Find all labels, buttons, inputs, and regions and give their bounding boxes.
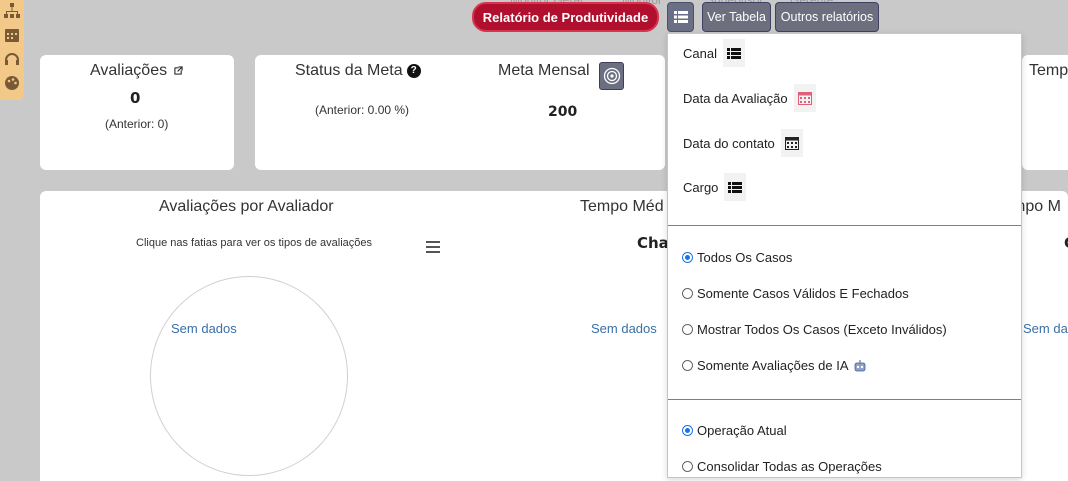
empty-pie-chart[interactable]	[150, 276, 348, 476]
goal-status-title-text: Status da Meta	[295, 62, 403, 79]
radio-button[interactable]	[682, 288, 693, 299]
filter-cargo[interactable]: Cargo	[683, 173, 747, 201]
list-icon	[673, 11, 688, 23]
headset-icon[interactable]	[3, 50, 21, 68]
view-table-button[interactable]: Ver Tabela	[702, 2, 771, 32]
filter-evaluation-date-label: Data da Avaliação	[683, 90, 788, 106]
radio-current-operation[interactable]: Operação Atual	[682, 423, 787, 438]
radio-label: Todos Os Casos	[697, 250, 793, 265]
external-link-icon[interactable]	[173, 66, 183, 75]
radio-ai-only[interactable]: Somente Avaliações de IA	[682, 358, 867, 373]
goal-status-previous: (Anterior: 0.00 %)	[315, 103, 410, 117]
right-chart-no-data: Sem da	[1023, 321, 1068, 336]
filter-canal[interactable]: Canal	[683, 39, 745, 67]
radio-button[interactable]	[682, 425, 693, 436]
filter-dropdown-menu: Canal Data da Avaliação Data do contato …	[667, 33, 1022, 478]
radio-button[interactable]	[682, 252, 693, 263]
calendar-icon	[780, 129, 803, 157]
dropdown-divider	[668, 225, 1021, 226]
by-evaluator-subtitle: Clique nas fatias para ver os tipos de a…	[136, 237, 373, 249]
monthly-goal-title: Meta Mensal	[498, 62, 590, 79]
dropdown-divider	[668, 399, 1021, 400]
avg-time-no-data: Sem dados	[591, 321, 657, 336]
radio-all-cases[interactable]: Todos Os Casos	[682, 250, 792, 265]
other-reports-button[interactable]: Outros relatórios	[775, 2, 879, 32]
monthly-goal-value: 200	[548, 104, 578, 120]
list-icon	[724, 173, 747, 201]
radio-except-invalid[interactable]: Mostrar Todos Os Casos (Exceto Inválidos…	[682, 322, 947, 337]
by-evaluator-title: Avaliações por Avaliador	[159, 198, 334, 215]
help-icon[interactable]: ?	[406, 63, 421, 78]
palette-icon[interactable]	[3, 74, 21, 92]
radio-button[interactable]	[682, 461, 693, 472]
time-card-partial: Temp	[1022, 55, 1068, 170]
radio-label: Somente Avaliações de IA	[697, 358, 849, 373]
productivity-report-button[interactable]: Relatório de Produtividade	[472, 2, 659, 32]
list-view-button[interactable]	[667, 2, 694, 32]
time-card-title: Temp	[1029, 62, 1068, 79]
calendar-icon	[793, 84, 816, 112]
calendar-icon[interactable]	[3, 26, 21, 44]
filter-contact-date[interactable]: Data do contato	[683, 129, 803, 157]
evaluations-previous: (Anterior: 0)	[105, 117, 169, 131]
radio-label: Operação Atual	[697, 423, 787, 438]
evaluations-card: Avaliações 0 (Anterior: 0)	[40, 55, 234, 170]
avg-time-title: Tempo Méd	[580, 198, 664, 215]
radio-label: Somente Casos Válidos E Fechados	[697, 286, 909, 301]
target-icon	[603, 67, 620, 85]
radio-button[interactable]	[682, 360, 693, 371]
filter-canal-label: Canal	[683, 45, 717, 61]
filter-contact-date-label: Data do contato	[683, 135, 775, 151]
filter-cargo-label: Cargo	[683, 179, 719, 195]
by-evaluator-no-data: Sem dados	[171, 321, 237, 336]
right-chart-subtitle: C	[1064, 234, 1068, 252]
filter-evaluation-date[interactable]: Data da Avaliação	[683, 84, 816, 112]
evaluations-title-text: Avaliações	[90, 62, 168, 79]
evaluations-title: Avaliações	[90, 62, 183, 80]
list-icon	[722, 39, 745, 67]
robot-icon	[854, 359, 865, 371]
goal-status-title: Status da Meta?	[295, 62, 421, 80]
radio-label: Mostrar Todos Os Casos (Exceto Inválidos…	[697, 322, 947, 337]
evaluations-count: 0	[130, 89, 141, 107]
chart-menu-icon[interactable]	[426, 241, 440, 256]
left-icon-rail	[0, 0, 24, 100]
org-chart-icon[interactable]	[3, 2, 21, 20]
target-button[interactable]	[599, 62, 624, 90]
radio-valid-closed[interactable]: Somente Casos Válidos E Fechados	[682, 286, 909, 301]
radio-label: Consolidar Todas as Operações	[697, 459, 882, 474]
radio-button[interactable]	[682, 324, 693, 335]
radio-consolidate-operations[interactable]: Consolidar Todas as Operações	[682, 459, 882, 474]
